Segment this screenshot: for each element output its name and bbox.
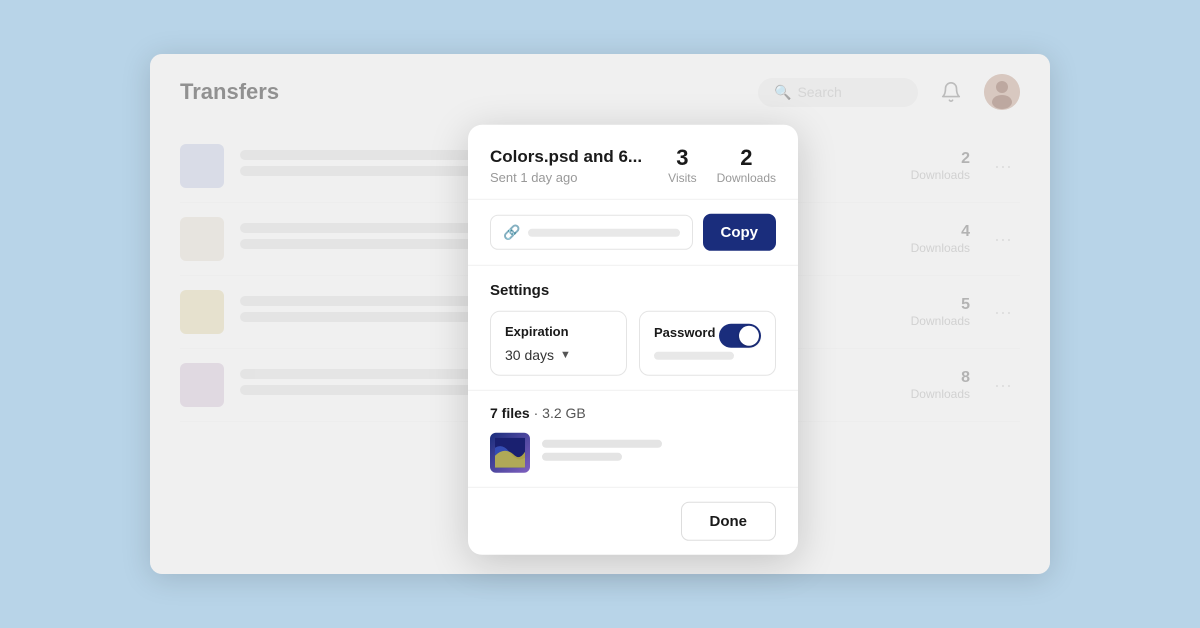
password-toggle[interactable]	[719, 324, 761, 348]
modal-header: Colors.psd and 6... Sent 1 day ago 3 Vis…	[468, 125, 798, 200]
modal-title: Colors.psd and 6...	[490, 147, 642, 167]
downloads-label: Downloads	[717, 171, 776, 185]
modal-title-area: Colors.psd and 6... Sent 1 day ago	[490, 147, 642, 185]
chevron-down-icon: ▼	[560, 349, 571, 361]
password-value-placeholder	[654, 352, 734, 360]
downloads-stat: 2 Downloads	[717, 147, 776, 185]
settings-section: Settings Expiration 30 days ▼ Password	[468, 266, 798, 391]
files-heading: 7 files · 3.2 GB	[490, 405, 776, 421]
share-modal: Colors.psd and 6... Sent 1 day ago 3 Vis…	[468, 125, 798, 555]
link-icon: 🔗	[503, 224, 520, 241]
visits-count: 3	[668, 147, 696, 169]
files-size-separator: ·	[534, 405, 543, 421]
files-section: 7 files · 3.2 GB	[468, 391, 798, 488]
expiration-select[interactable]: 30 days ▼	[505, 347, 612, 363]
link-input-field[interactable]: 🔗	[490, 215, 693, 250]
file-size-line	[542, 453, 622, 461]
modal-overlay: Colors.psd and 6... Sent 1 day ago 3 Vis…	[150, 54, 1050, 574]
password-label: Password	[654, 324, 715, 339]
files-count: 7 files	[490, 405, 530, 421]
file-preview-icon	[495, 438, 525, 468]
modal-stats: 3 Visits 2 Downloads	[668, 147, 776, 185]
files-size: 3.2 GB	[542, 405, 586, 421]
settings-heading: Settings	[490, 282, 776, 299]
app-window: Transfers 🔍 Search	[150, 54, 1050, 574]
file-name-line	[542, 440, 662, 448]
toggle-knob	[739, 326, 759, 346]
downloads-count: 2	[717, 147, 776, 169]
link-text-placeholder	[528, 228, 679, 236]
copy-button[interactable]: Copy	[703, 214, 777, 251]
file-text-info	[542, 440, 776, 466]
password-row: Password	[654, 324, 761, 348]
modal-subtitle: Sent 1 day ago	[490, 170, 642, 185]
expiration-label: Expiration	[505, 324, 612, 339]
modal-footer: Done	[468, 488, 798, 555]
expiration-card[interactable]: Expiration 30 days ▼	[490, 311, 627, 376]
expiration-value: 30 days	[505, 347, 554, 363]
file-thumbnail	[490, 433, 530, 473]
visits-label: Visits	[668, 171, 696, 185]
settings-row: Expiration 30 days ▼ Password	[490, 311, 776, 376]
done-button[interactable]: Done	[681, 502, 777, 541]
link-copy-row: 🔗 Copy	[468, 200, 798, 266]
visits-stat: 3 Visits	[668, 147, 696, 185]
file-item	[490, 433, 776, 473]
password-card[interactable]: Password	[639, 311, 776, 376]
